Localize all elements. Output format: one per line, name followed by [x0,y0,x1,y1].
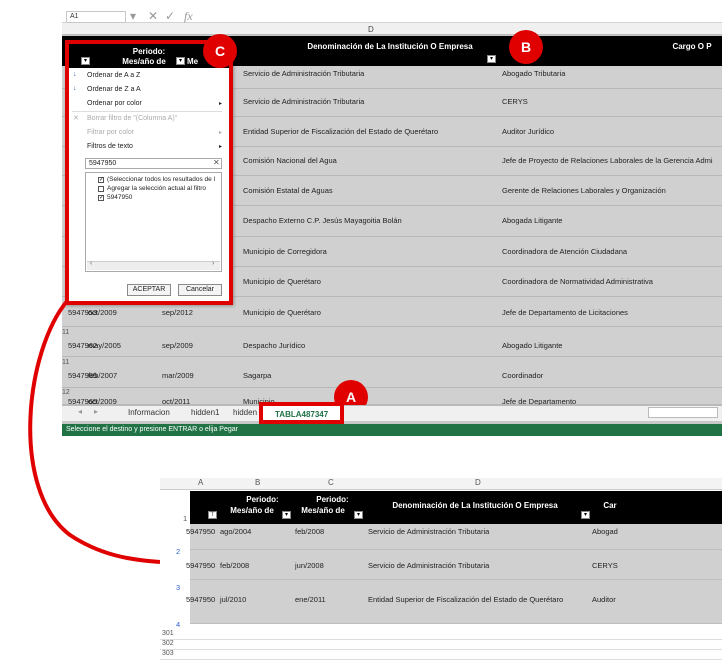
horizontal-scrollbar[interactable] [87,261,220,270]
sort-z-a-item[interactable]: Ordenar de Z a A [87,86,141,93]
filter-dropdown-d[interactable]: ▾ [487,55,496,63]
divider [160,639,722,640]
callout-arrow [28,298,168,570]
submenu-arrow-icon: ▸ [219,101,223,107]
value-checkbox[interactable]: ✓ [98,195,104,201]
column-c-letter: C [328,478,334,487]
clear-filter-item[interactable]: Borrar filtro de "(Columna A)" [87,115,177,122]
add-selection-label: Agregar la selección actual al filtro [107,185,206,192]
select-all-checkbox[interactable]: ✓ [98,177,104,183]
row-number: 2 [176,547,181,556]
column-d-letter: D [368,25,374,34]
table-row: 5947950 ago/2004 feb/2008 Servicio de Ad… [186,524,722,550]
scroll-left-icon[interactable]: ‹ [90,260,92,267]
filter-dropdown-d[interactable]: ▾ [581,511,590,519]
row-number: 303 [162,650,174,657]
add-selection-checkbox[interactable] [98,186,104,192]
header-cargo: Cargo O P [672,42,712,51]
horizontal-scrollbar[interactable] [648,407,718,418]
filter-dropdown-b[interactable]: ▾ [282,511,291,519]
scroll-right-icon[interactable]: › [212,260,214,267]
divider [160,659,722,660]
column-b-letter: B [255,478,261,487]
function-icon[interactable]: fx [184,9,193,24]
header-denominacion: Denominación de La Institución O Empresa [307,42,473,51]
tab-tabla487347[interactable]: TABLA487347 [259,402,345,424]
submenu-arrow-icon: ▸ [219,130,223,136]
tab-hidden[interactable]: hidden [227,407,263,420]
filter-value-list: ✓ (Seleccionar todos los resultados de l… [85,172,222,272]
cancel-icon[interactable]: ✕ [148,9,158,23]
sort-by-color-item[interactable]: Ordenar por color [87,100,142,107]
column-headers [62,23,722,35]
filter-dropdown-b[interactable]: ▾ [176,57,185,65]
filter-by-color-item[interactable]: Filtrar por color [87,129,134,136]
sort-desc-icon: ↓ [73,85,77,92]
row-number: 4 [176,620,181,629]
submenu-arrow-icon: ▸ [219,144,223,150]
divider [72,111,222,112]
select-all-label: (Seleccionar todos los resultados de l [107,176,216,183]
filter-search-input[interactable]: 5947950 [85,158,222,169]
filtered-table-header: ⊤ Periodo: Mes/año de ▾ Periodo: Mes/año… [190,491,722,524]
callout-badge-c: C [203,34,237,68]
filter-active-icon[interactable]: ⊤ [208,511,217,519]
row-number: 302 [162,640,174,647]
sort-a-z-item[interactable]: Ordenar de A a Z [87,72,140,79]
table-row: 5947950 feb/2008 jun/2008 Servicio de Ad… [186,550,722,580]
autofilter-menu: Periodo: Mes/año de ▾ ▾ Me ↓ Ordenar de … [65,40,233,305]
filter-dropdown-c[interactable]: ▾ [354,511,363,519]
name-box[interactable]: A1 [66,11,126,23]
column-a-letter: A [198,478,204,487]
formula-bar [62,0,722,23]
text-filters-item[interactable]: Filtros de texto [87,143,133,150]
filter-dropdown-a[interactable]: ▾ [81,57,90,65]
row-number: 1 [183,514,188,523]
tab-hidden1[interactable]: hidden1 [185,407,225,420]
table-row: 5947950 jul/2010 ene/2011 Entidad Superi… [186,580,722,624]
clear-filter-icon: ✕ [73,115,79,122]
confirm-icon[interactable]: ✓ [165,9,175,23]
row-number: 301 [162,630,174,637]
dropdown-icon[interactable]: ▾ [130,9,136,23]
row-number: 3 [176,583,181,592]
clear-search-icon[interactable]: ✕ [213,158,220,167]
column-headers [160,478,722,490]
cancel-button[interactable]: Cancelar [178,284,222,296]
sort-asc-icon: ↓ [73,71,77,78]
value-label: 5947950 [107,194,133,201]
column-d-letter: D [475,478,481,487]
divider [160,649,722,650]
callout-badge-b: B [509,30,543,64]
